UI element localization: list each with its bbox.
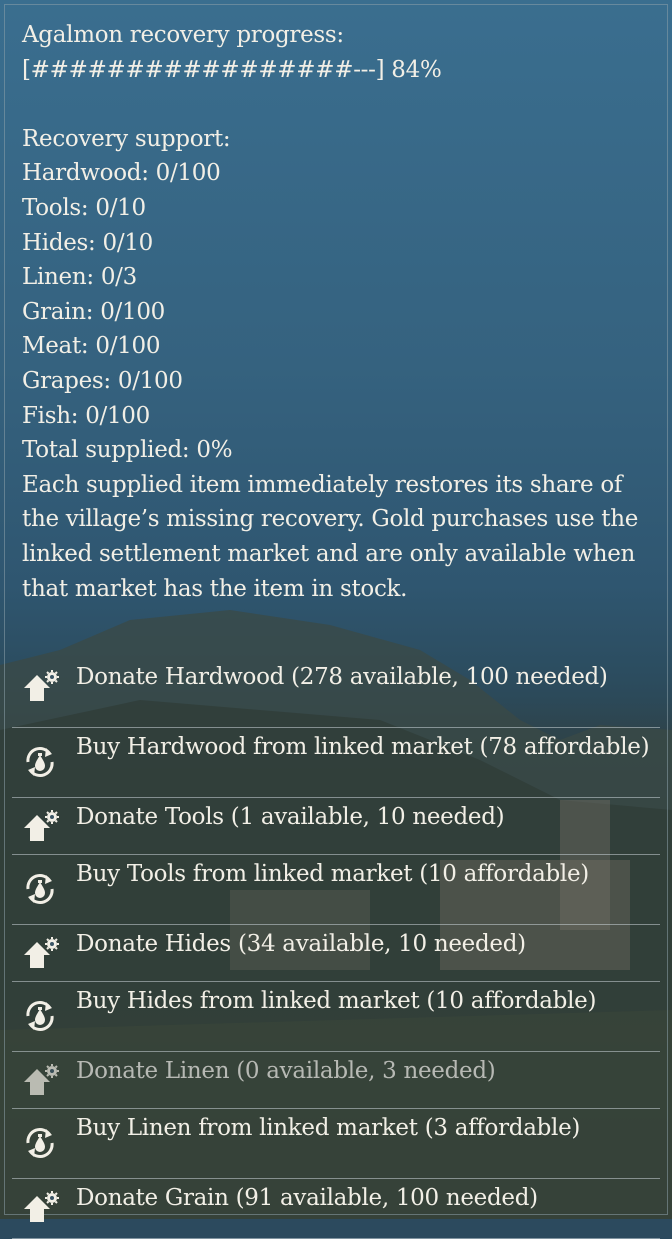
trade-icon [20,1123,60,1163]
support-heading: Recovery support: [22,125,231,152]
support-item: Grapes: 0/100 [22,367,183,394]
donate-icon [20,935,60,975]
option-buy-button[interactable]: Buy Hides from linked market (10 afforda… [12,982,660,1052]
trade-icon [20,869,60,909]
support-item: Hides: 0/10 [22,229,153,256]
option-list: Donate Hardwood (278 available, 100 need… [12,658,660,1239]
option-buy-button[interactable]: Buy Hardwood from linked market (78 affo… [12,728,660,798]
support-list: Hardwood: 0/100 Tools: 0/10 Hides: 0/10 Lin… [22,156,652,433]
support-item: Meat: 0/100 [22,333,161,360]
option-label: Buy Hardwood from linked market (78 affo… [76,734,650,760]
trade-icon [20,742,60,782]
option-label: Buy Linen from linked market (3 affordab… [76,1115,581,1141]
option-donate-button[interactable]: Donate Tools (1 available, 10 needed) [12,798,660,855]
donate-icon [20,1189,60,1229]
support-note: Each supplied item immediately restores … [22,471,639,602]
support-item: Grain: 0/100 [22,298,165,325]
donate-icon [20,1062,60,1102]
support-item: Hardwood: 0/100 [22,160,221,187]
option-label: Buy Tools from linked market (10 afforda… [76,861,589,887]
option-label: Donate Hardwood (278 available, 100 need… [76,664,608,690]
option-label: Donate Tools (1 available, 10 needed) [76,804,505,830]
option-label: Donate Hides (34 available, 10 needed) [76,931,526,957]
support-item: Fish: 0/100 [22,402,150,429]
support-item: Tools: 0/10 [22,194,146,221]
support-item: Linen: 0/3 [22,264,137,291]
option-donate-button[interactable]: Donate Hides (34 available, 10 needed) [12,925,660,982]
progress-title: Agalmon recovery progress: [22,22,344,48]
option-label: Buy Hides from linked market (10 afforda… [76,988,597,1014]
option-label: Donate Linen (0 available, 3 needed) [76,1058,496,1084]
option-label: Donate Grain (91 available, 100 needed) [76,1185,538,1211]
recovery-info: Agalmon recovery progress: [############… [22,18,652,606]
total-supplied: Total supplied: 0% [22,437,233,464]
trade-icon [20,996,60,1036]
donate-icon [20,808,60,848]
option-buy-button[interactable]: Buy Tools from linked market (10 afforda… [12,855,660,925]
option-donate-button[interactable]: Donate Linen (0 available, 3 needed) [12,1052,660,1109]
option-donate-button[interactable]: Donate Hardwood (278 available, 100 need… [12,658,660,728]
option-donate-button[interactable]: Donate Grain (91 available, 100 needed) [12,1179,660,1239]
progress-bar-text: [#################---] 84% [22,56,442,83]
donate-icon [20,668,60,708]
option-buy-button[interactable]: Buy Linen from linked market (3 affordab… [12,1109,660,1179]
